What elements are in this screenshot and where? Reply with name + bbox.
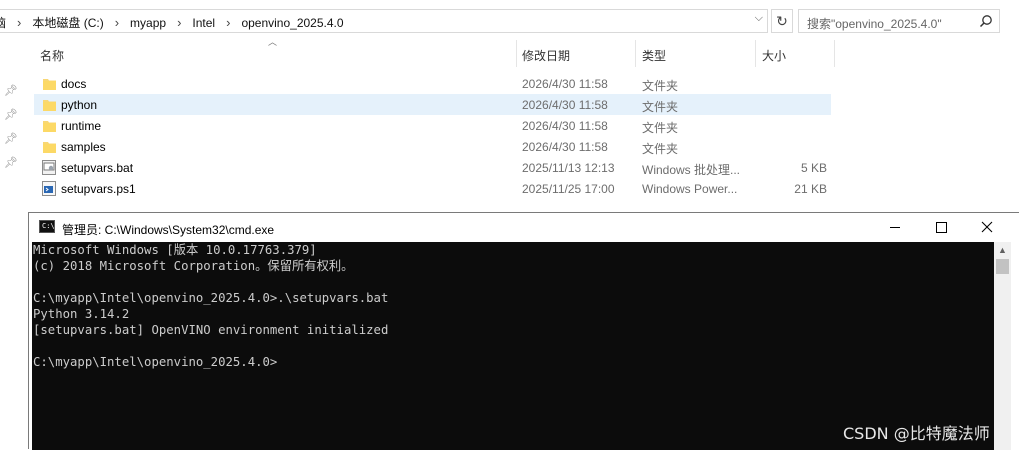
console-line: (c) 2018 Microsoft Corporation。保留所有权利。 <box>33 259 354 273</box>
breadcrumb-drive[interactable]: 本地磁盘 (C:) <box>30 14 105 31</box>
file-row-python[interactable]: python 2026/4/30 11:58 文件夹 <box>34 94 831 115</box>
chevron-right-icon[interactable]: › <box>106 16 128 29</box>
file-type: 文件夹 <box>642 121 679 135</box>
breadcrumb-myapp[interactable]: myapp <box>128 16 168 30</box>
console-lines: Microsoft Windows [版本 10.0.17763.379] (c)… <box>33 242 388 370</box>
file-date: 2025/11/13 12:13 <box>522 161 615 175</box>
vertical-scrollbar[interactable]: ▲ <box>994 242 1011 450</box>
chevron-right-icon[interactable]: › <box>8 16 30 29</box>
close-button[interactable] <box>964 213 1010 242</box>
file-row-runtime[interactable]: runtime 2026/4/30 11:58 文件夹 <box>34 115 831 136</box>
column-header-date[interactable]: 修改日期 <box>522 47 570 64</box>
file-explorer: 脑 › 本地磁盘 (C:) › myapp › Intel › openvino… <box>0 0 1019 212</box>
file-name: setupvars.bat <box>61 161 134 175</box>
column-divider[interactable] <box>755 40 756 67</box>
file-name: python <box>61 98 98 112</box>
console-output[interactable]: Microsoft Windows [版本 10.0.17763.379] (c)… <box>32 242 994 450</box>
column-header-type[interactable]: 类型 <box>642 47 666 64</box>
cmd-window[interactable]: C:\ 管理员: C:\Windows\System32\cmd.exe Mic… <box>28 212 1019 450</box>
breadcrumb-prefix[interactable]: 脑 <box>0 14 8 31</box>
file-type: Windows 批处理... <box>642 163 741 177</box>
file-name: runtime <box>61 119 102 133</box>
file-row-docs[interactable]: docs 2026/4/30 11:58 文件夹 <box>34 73 831 94</box>
maximize-icon <box>936 222 947 233</box>
file-date: 2026/4/30 11:58 <box>522 77 608 91</box>
console-line: Python 3.14.2 <box>33 307 130 321</box>
search-box[interactable]: 搜索"openvino_2025.4.0" <box>798 9 1000 33</box>
minimize-icon <box>890 227 900 228</box>
search-input[interactable]: 搜索"openvino_2025.4.0" <box>807 15 942 32</box>
console-line: [setupvars.bat] OpenVINO environment ini… <box>33 323 389 337</box>
breadcrumb-openvino[interactable]: openvino_2025.4.0 <box>239 16 345 30</box>
file-date: 2025/11/25 17:00 <box>522 182 615 196</box>
pin-icon[interactable]: 📌︎ <box>4 108 18 124</box>
column-header-name[interactable]: 名称 <box>40 47 64 64</box>
file-type: 文件夹 <box>642 100 679 114</box>
batch-file-icon <box>42 160 56 175</box>
file-type: 文件夹 <box>642 79 679 93</box>
file-row-setupvars-ps1[interactable]: setupvars.ps1 2025/11/25 17:00 Windows P… <box>34 178 831 199</box>
folder-icon <box>43 79 56 90</box>
close-icon <box>981 221 993 233</box>
address-bar[interactable]: 脑 › 本地磁盘 (C:) › myapp › Intel › openvino… <box>0 9 768 33</box>
chevron-right-icon[interactable]: › <box>217 16 239 29</box>
column-divider[interactable] <box>635 40 636 67</box>
console-line: Microsoft Windows [版本 10.0.17763.379] <box>33 243 317 257</box>
chevron-down-icon[interactable]: ⌵ <box>755 12 763 25</box>
file-name: docs <box>61 77 87 91</box>
file-name: samples <box>61 140 106 154</box>
column-header-size[interactable]: 大小 <box>762 47 786 64</box>
file-type: Windows Power... <box>642 182 738 196</box>
cmd-titlebar[interactable]: C:\ 管理员: C:\Windows\System32\cmd.exe <box>29 213 1019 242</box>
minimize-button[interactable] <box>872 213 918 242</box>
pin-icon[interactable]: 📌︎ <box>4 84 18 100</box>
console-line: C:\myapp\Intel\openvino_2025.4.0> <box>33 355 278 369</box>
file-size: 21 KB <box>794 182 827 196</box>
column-divider[interactable] <box>834 40 835 67</box>
cmd-app-icon[interactable]: C:\ <box>39 220 55 233</box>
watermark: CSDN @比特魔法师 <box>843 424 990 443</box>
column-header-row: 名称 修改日期 类型 大小 <box>0 38 1019 68</box>
folder-icon <box>43 142 56 153</box>
console-line: C:\myapp\Intel\openvino_2025.4.0>.\setup… <box>33 291 389 305</box>
file-type: 文件夹 <box>642 142 679 156</box>
scroll-up-icon[interactable]: ▲ <box>998 245 1007 255</box>
breadcrumb: 脑 › 本地磁盘 (C:) › myapp › Intel › openvino… <box>0 14 346 31</box>
file-row-setupvars-bat[interactable]: setupvars.bat 2025/11/13 12:13 Windows 批… <box>34 157 831 178</box>
powershell-file-icon <box>42 181 56 196</box>
pin-icon[interactable]: 📌︎ <box>4 132 18 148</box>
refresh-button[interactable]: ↻ <box>771 9 793 33</box>
refresh-icon: ↻ <box>776 13 788 29</box>
chevron-right-icon[interactable]: › <box>168 16 190 29</box>
file-date: 2026/4/30 11:58 <box>522 98 608 112</box>
breadcrumb-intel[interactable]: Intel <box>190 16 217 30</box>
pin-icon[interactable]: 📌︎ <box>4 156 18 172</box>
folder-icon <box>43 121 56 132</box>
file-date: 2026/4/30 11:58 <box>522 140 608 154</box>
search-icon[interactable] <box>979 14 993 28</box>
scrollbar-thumb[interactable] <box>996 259 1009 274</box>
file-name: setupvars.ps1 <box>61 182 136 196</box>
column-divider[interactable] <box>516 40 517 67</box>
folder-icon <box>43 100 56 111</box>
file-size: 5 KB <box>800 161 827 175</box>
window-title: 管理员: C:\Windows\System32\cmd.exe <box>62 223 275 237</box>
file-date: 2026/4/30 11:58 <box>522 119 608 133</box>
file-row-samples[interactable]: samples 2026/4/30 11:58 文件夹 <box>34 136 831 157</box>
maximize-button[interactable] <box>918 213 964 242</box>
quick-access-pins: 📌︎ 📌︎ 📌︎ 📌︎ <box>4 84 18 180</box>
